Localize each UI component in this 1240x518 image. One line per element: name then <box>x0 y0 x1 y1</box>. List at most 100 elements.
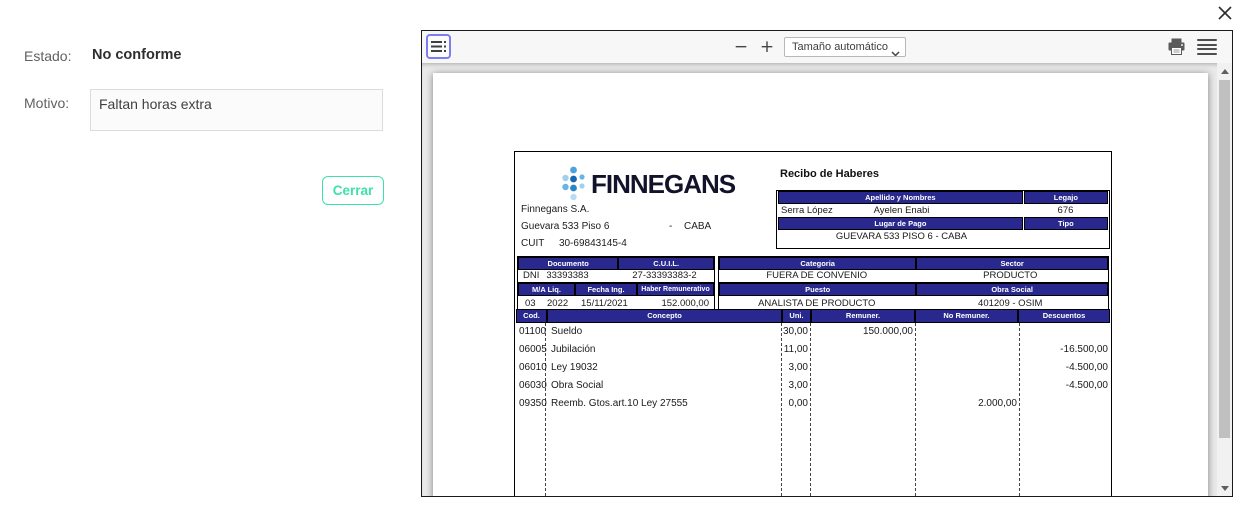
ma-liq-header: M/A Liq. <box>519 284 574 295</box>
documento-header: Documento <box>519 258 618 269</box>
scrollbar-thumb[interactable] <box>1219 80 1230 438</box>
cuil-header: C.U.I.L. <box>619 258 713 269</box>
items-table-header: Cod. Concepto Uni. Remuner. No Remuner. … <box>517 310 1109 322</box>
legajo-header: Legajo <box>1024 192 1107 203</box>
item-descuentos: -16.500,00 <box>1060 344 1108 355</box>
item-concepto: Ley 19032 <box>551 362 598 373</box>
close-x-glyph <box>1218 6 1232 20</box>
menu-button[interactable] <box>1197 39 1217 55</box>
employee-box: Apellido y Nombres Legajo Serra López Ay… <box>776 190 1110 249</box>
motivo-textarea[interactable]: Faltan horas extra <box>90 89 383 131</box>
lugar-value: GUEVARA 533 PISO 6 - CABA <box>835 231 968 242</box>
sector-header: Sector <box>917 258 1107 269</box>
motivo-label: Motivo: <box>24 95 70 111</box>
menu-bar <box>1197 48 1217 51</box>
puesto-value: ANALISTA DE PRODUCTO <box>758 298 876 309</box>
item-no-remuner: 2.000,00 <box>978 398 1017 409</box>
puesto-header: Puesto <box>720 284 916 295</box>
tipo-header: Tipo <box>1024 218 1107 229</box>
item-uni: 3,00 <box>788 380 808 391</box>
menu-bar <box>1197 43 1217 46</box>
estado-value: No conforme <box>92 47 182 63</box>
fecha-ing-header: Fecha Ing. <box>576 284 636 295</box>
item-remuner <box>811 377 915 395</box>
item-cod: 06010 <box>519 362 547 373</box>
cerrar-button[interactable]: Cerrar <box>322 176 384 205</box>
col-header-descuentos: Descuentos <box>1019 310 1109 322</box>
item-concepto: Sueldo <box>551 326 583 337</box>
recibo-document: FINNEGANS Finnegans S.A. Guevara 533 Pis… <box>514 151 1112 496</box>
categoria-value: FUERA DE CONVENIO <box>766 270 868 281</box>
pdf-toolbar: − + Tamaño automático <box>422 31 1232 64</box>
band-liquidacion: M/A Liq. Fecha Ing. Haber Remunerativo 0… <box>517 282 1109 312</box>
pdf-content-area: FINNEGANS Finnegans S.A. Guevara 533 Pis… <box>422 63 1232 496</box>
apellido-value: Serra López <box>781 205 833 216</box>
company-name: Finnegans S.A. <box>521 204 590 215</box>
finnegans-logo-icon <box>562 166 585 201</box>
company-city: CABA <box>684 221 712 232</box>
company-cuit-line: CUIT 30-69843145-4 <box>521 235 771 252</box>
documento-tipo: DNI <box>523 270 540 281</box>
col-header-no-remuner: No Remuner. <box>916 310 1017 322</box>
vertical-scrollbar[interactable] <box>1217 63 1232 496</box>
sidebar-toggle-icon <box>431 41 446 52</box>
chevron-down-icon <box>891 45 900 56</box>
item-descuentos <box>1020 395 1110 413</box>
cuit-label: CUIT <box>521 238 545 249</box>
scroll-down-arrow-icon[interactable] <box>1217 481 1232 495</box>
item-cod: 01100 <box>519 326 547 337</box>
pdf-page: FINNEGANS Finnegans S.A. Guevara 533 Pis… <box>433 73 1208 496</box>
company-block: Finnegans S.A. Guevara 533 Piso 6 - CABA… <box>521 201 771 252</box>
tipo-value <box>1024 229 1107 244</box>
pdf-viewer: − + Tamaño automático FINNEGANS Finnegan… <box>421 30 1233 497</box>
item-no-remuner <box>916 323 1019 341</box>
company-address-line: Guevara 533 Piso 6 - CABA <box>521 218 771 235</box>
cuil-value: 27-33393383-2 <box>632 270 697 281</box>
zoom-in-button[interactable]: + <box>756 37 778 57</box>
scale-select[interactable]: Tamaño automático <box>784 37 906 57</box>
categoria-header: Categoria <box>720 258 916 269</box>
col-header-remuner: Remuner. <box>812 310 914 322</box>
estado-label: Estado: <box>24 48 72 64</box>
item-uni: 30,00 <box>782 326 808 337</box>
cuit-value: 30-69843145-4 <box>558 238 627 249</box>
finnegans-logo: FINNEGANS <box>561 165 736 203</box>
item-remuner <box>811 359 915 377</box>
item-concepto: Jubilación <box>551 344 596 355</box>
col-header-uni: Uni. <box>783 310 810 322</box>
item-remuner: 150.000,00 <box>862 326 913 337</box>
address-separator: - <box>669 221 673 232</box>
lugar-header: Lugar de Pago <box>779 218 1022 229</box>
zoom-out-button[interactable]: − <box>730 37 752 57</box>
scroll-up-arrow-icon[interactable] <box>1217 64 1232 78</box>
apellido-header: Apellido y Nombres <box>779 192 1022 203</box>
item-remuner <box>811 341 915 359</box>
nombres-value: Ayelen Enabi <box>873 205 930 216</box>
item-descuentos: -4.500,00 <box>1065 380 1108 391</box>
menu-bar <box>1197 39 1217 42</box>
item-uni: 0,00 <box>788 398 808 409</box>
logo-text: FINNEGANS <box>591 168 736 199</box>
screen: Estado: No conforme Motivo: Faltan horas… <box>0 0 1240 518</box>
legajo-value: 676 <box>1057 205 1074 216</box>
col-header-concepto: Concepto <box>548 310 781 322</box>
col-header-cod: Cod. <box>517 310 546 322</box>
item-no-remuner <box>916 377 1019 395</box>
scale-select-value: Tamaño automático <box>792 41 888 53</box>
close-icon[interactable] <box>1216 4 1234 22</box>
item-cod: 06030 <box>519 380 547 391</box>
print-button[interactable] <box>1167 38 1186 56</box>
obra-social-header: Obra Social <box>917 284 1107 295</box>
sidebar-toggle-button[interactable] <box>426 34 451 59</box>
item-concepto: Reemb. Gtos.art.10 Ley 27555 <box>551 398 688 409</box>
item-descuentos <box>1020 323 1110 341</box>
documento-nro: 33393383 <box>546 270 589 281</box>
item-descuentos: -4.500,00 <box>1065 362 1108 373</box>
document-title: Recibo de Haberes <box>780 168 880 180</box>
item-remuner <box>811 395 915 413</box>
item-uni: 11,00 <box>783 344 808 355</box>
item-uni: 3,00 <box>788 362 808 373</box>
company-address: Guevara 533 Piso 6 <box>521 221 610 232</box>
obra-social-value: 401209 - OSIM <box>978 298 1043 309</box>
menu-bar <box>1197 52 1217 55</box>
